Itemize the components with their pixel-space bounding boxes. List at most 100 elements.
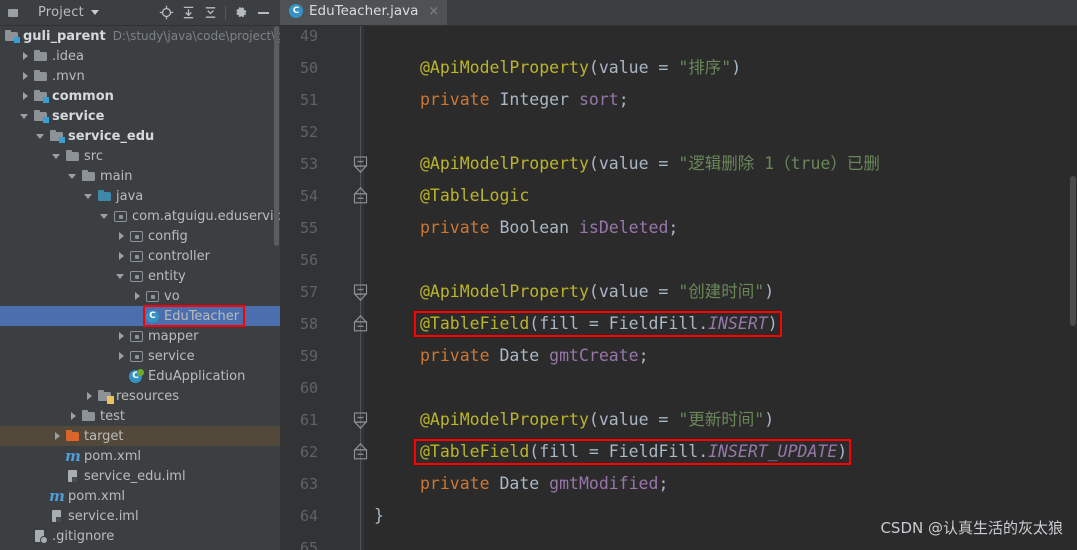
code-line-50[interactable]: @ApiModelProperty(value = "排序") xyxy=(420,52,741,84)
tree-item-eduteacher[interactable]: EduTeacher xyxy=(0,306,280,326)
code-line-55[interactable]: private Boolean isDeleted; xyxy=(420,212,678,244)
code-token: "创建时间" xyxy=(678,282,765,301)
gear-icon[interactable] xyxy=(230,2,252,24)
tree-item-label: service xyxy=(52,108,105,124)
tree-item-resources[interactable]: resources xyxy=(0,386,280,406)
tree-item-label: target xyxy=(84,428,124,444)
minimize-icon[interactable] xyxy=(252,2,274,24)
editor-scrollbar[interactable] xyxy=(1069,26,1077,550)
expand-all-icon[interactable] xyxy=(177,2,199,24)
chevron-down-icon[interactable] xyxy=(90,10,99,15)
code-editor[interactable]: 49 50 51 52 53 54 55 56 57 58 59 60 61 62 63 64 65 CSDN … xyxy=(281,26,1077,550)
tree-item-service[interactable]: service xyxy=(0,346,280,366)
tree-item-label: mapper xyxy=(148,328,199,344)
tree-item-common[interactable]: common xyxy=(0,86,280,106)
chevron-right-icon[interactable] xyxy=(116,351,127,362)
code-token: ( xyxy=(529,442,540,461)
chevron-right-icon[interactable] xyxy=(20,71,31,82)
chevron-right-icon[interactable] xyxy=(68,411,79,422)
chevron-right-icon[interactable] xyxy=(132,291,143,302)
locate-icon[interactable] xyxy=(155,2,177,24)
line-number: 54 xyxy=(299,187,318,205)
editor-scroll-thumb[interactable] xyxy=(1070,176,1076,326)
tab-eduteacher-java[interactable]: C EduTeacher.java × xyxy=(280,0,448,25)
code-token: FieldFill xyxy=(608,314,699,333)
tree-item-mvn[interactable]: .mvn xyxy=(0,66,280,86)
collapse-all-icon[interactable] xyxy=(199,2,221,24)
chevron-right-icon[interactable] xyxy=(116,251,127,262)
chevron-right-icon[interactable] xyxy=(52,431,63,442)
tree-item-main[interactable]: main xyxy=(0,166,280,186)
code-token: ) xyxy=(767,314,778,333)
code-token: @ApiModelProperty xyxy=(420,410,589,429)
tree-scroll-thumb[interactable] xyxy=(274,26,279,246)
package-icon xyxy=(113,209,128,224)
chevron-right-icon[interactable] xyxy=(20,51,31,62)
tree-item-vo[interactable]: vo xyxy=(0,286,280,306)
tree-item-mapper[interactable]: mapper xyxy=(0,326,280,346)
tree-scrollbar[interactable] xyxy=(273,26,280,550)
tree-item-gitignore[interactable]: .gitignore xyxy=(0,526,280,546)
tree-item-label: EduApplication xyxy=(148,368,246,384)
code-line-54[interactable]: @TableLogic xyxy=(420,180,529,212)
code-line-57[interactable]: @ApiModelProperty(value = "创建时间") xyxy=(420,276,774,308)
code-line-59[interactable]: private Date gmtCreate; xyxy=(420,340,649,372)
java-class-icon xyxy=(145,309,160,324)
tree-item-service[interactable]: service xyxy=(0,106,280,126)
chevron-down-icon[interactable] xyxy=(20,111,31,122)
line-number: 52 xyxy=(299,123,318,141)
project-panel-title: Project xyxy=(38,5,84,20)
tree-root-row[interactable]: guli_parent D:\study\java\code\project\g… xyxy=(0,26,280,46)
chevron-right-icon[interactable] xyxy=(20,91,31,102)
code-line-62[interactable]: @TableField(fill = FieldFill.INSERT_UPDA… xyxy=(420,436,847,468)
code-token: fill xyxy=(539,314,579,333)
project-tree[interactable]: guli_parent D:\study\java\code\project\g… xyxy=(0,26,281,550)
close-icon[interactable]: × xyxy=(428,4,439,19)
chevron-down-icon[interactable] xyxy=(100,211,111,222)
main-body: guli_parent D:\study\java\code\project\g… xyxy=(0,26,1077,550)
chevron-right-icon[interactable] xyxy=(116,331,127,342)
code-line-51[interactable]: private Integer sort; xyxy=(420,84,629,116)
tree-item-label: EduTeacher xyxy=(164,308,240,324)
chevron-right-icon[interactable] xyxy=(116,231,127,242)
tree-item-com-atguigu-eduservice[interactable]: com.atguigu.eduservice xyxy=(0,206,280,226)
tree-item-src[interactable]: src xyxy=(0,146,280,166)
tree-item-service-iml[interactable]: service.iml xyxy=(0,506,280,526)
tab-label: EduTeacher.java xyxy=(309,3,419,19)
tree-item-service-edu[interactable]: service_edu xyxy=(0,126,280,146)
tree-item-config[interactable]: config xyxy=(0,226,280,246)
tree-item-idea[interactable]: .idea xyxy=(0,46,280,66)
code-token: ( xyxy=(529,314,540,333)
code-line-63[interactable]: private Date gmtModified; xyxy=(420,468,668,500)
chevron-down-icon[interactable] xyxy=(84,191,95,202)
source-folder-icon xyxy=(97,189,112,204)
tree-item-label: .mvn xyxy=(52,68,85,84)
code-token: @ApiModelProperty xyxy=(420,58,589,77)
tree-item-target[interactable]: target xyxy=(0,426,280,446)
code-line-61[interactable]: @ApiModelProperty(value = "更新时间") xyxy=(420,404,774,436)
code-token: ( xyxy=(588,410,599,429)
line-number: 59 xyxy=(299,347,318,365)
chevron-down-icon[interactable] xyxy=(52,151,63,162)
folder-icon xyxy=(65,149,80,164)
code-line-58[interactable]: @TableField(fill = FieldFill.INSERT) xyxy=(420,308,778,340)
tree-item-service-edu-iml[interactable]: service_edu.iml xyxy=(0,466,280,486)
chevron-down-icon[interactable] xyxy=(116,271,127,282)
editor-gutter[interactable]: 49 50 51 52 53 54 55 56 57 58 59 60 61 62 63 64 65 xyxy=(281,26,368,550)
editor-code-area[interactable]: CSDN @认真生活的灰太狼 @ApiModelProperty(value =… xyxy=(364,26,1077,550)
tree-item-pom-xml[interactable]: pom.xml xyxy=(0,446,280,466)
chevron-down-icon[interactable] xyxy=(68,171,79,182)
code-token: gmtCreate xyxy=(549,346,639,365)
tree-item-test[interactable]: test xyxy=(0,406,280,426)
tree-item-controller[interactable]: controller xyxy=(0,246,280,266)
tree-item-pom-xml[interactable]: pom.xml xyxy=(0,486,280,506)
tree-item-java[interactable]: java xyxy=(0,186,280,206)
tree-item-entity[interactable]: entity xyxy=(0,266,280,286)
chevron-down-icon[interactable] xyxy=(36,131,47,142)
line-number: 56 xyxy=(299,251,318,269)
chevron-right-icon[interactable] xyxy=(84,391,95,402)
tree-item-eduapplication[interactable]: EduApplication xyxy=(0,366,280,386)
code-line-64[interactable]: } xyxy=(374,500,384,532)
tree-item-label: vo xyxy=(164,288,180,304)
code-line-53[interactable]: @ApiModelProperty(value = "逻辑删除 1（true）已… xyxy=(420,148,880,180)
